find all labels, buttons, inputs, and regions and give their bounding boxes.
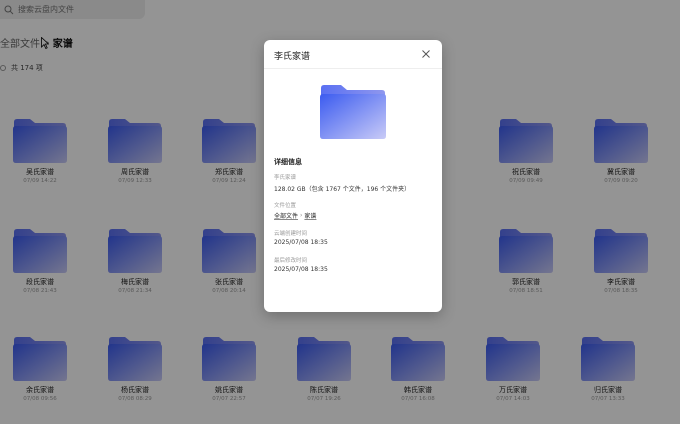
folder-details-dialog: 李氏家谱 详细信息 李氏家谱 128.02 GB（包含 1767 个文件，196… (264, 40, 442, 312)
details-section-title: 详细信息 (274, 158, 302, 166)
location-label: 文件位置 (274, 203, 297, 209)
location-path: 全部文件 › 家谱 (274, 211, 316, 220)
location-folder-link[interactable]: 家谱 (304, 211, 316, 220)
dialog-divider (264, 68, 442, 69)
modified-value: 2025/07/08 18:35 (274, 266, 328, 273)
dialog-title: 李氏家谱 (274, 52, 311, 62)
size-value: 128.02 GB（包含 1767 个文件，196 个文件夹） (274, 186, 411, 193)
close-icon[interactable] (421, 49, 431, 59)
created-label: 云端创建时间 (274, 231, 308, 237)
created-value: 2025/07/08 18:35 (274, 239, 328, 246)
location-arrow: › (300, 212, 303, 219)
name-label: 李氏家谱 (274, 175, 297, 181)
modified-label: 最后修改时间 (274, 258, 308, 264)
location-root-link[interactable]: 全部文件 (274, 211, 298, 220)
folder-icon (320, 85, 386, 139)
